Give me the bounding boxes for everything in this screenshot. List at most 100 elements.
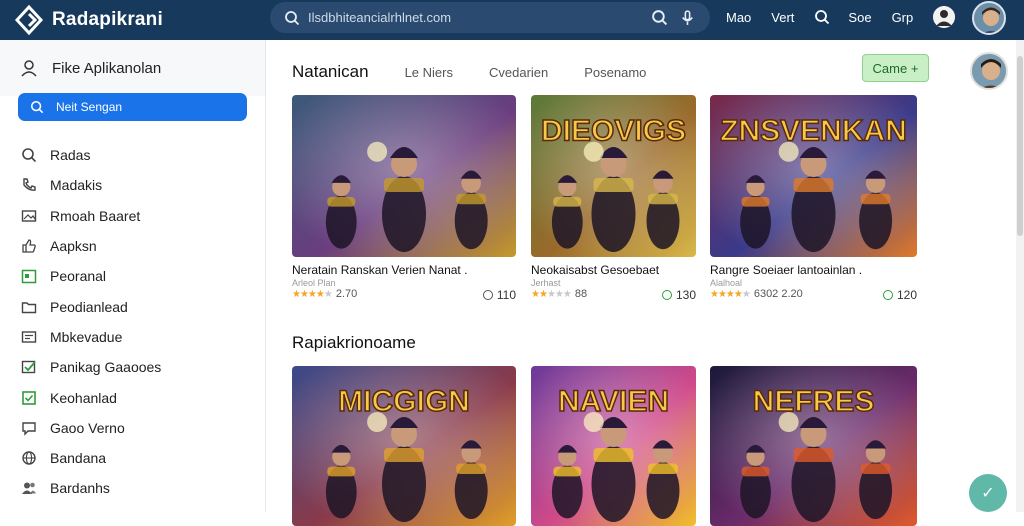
clock-icon <box>482 290 493 300</box>
clock-icon <box>882 290 893 300</box>
topnav-item-mao[interactable]: Mao <box>726 10 751 25</box>
game-developer: Jerhast <box>531 278 561 288</box>
sidebar-item-mbkevadue[interactable]: Mbkevadue <box>0 322 266 352</box>
sidebar-item-bardanhs[interactable]: Bardanhs <box>0 473 266 503</box>
svg-text:DIEOVIGS: DIEOVIGS <box>541 114 686 147</box>
sidebar-item-peodianlead[interactable]: Peodianlead <box>0 291 266 321</box>
search-submit-icon[interactable] <box>651 9 668 26</box>
search-icon[interactable] <box>814 9 830 25</box>
svg-text:NEFRES: NEFRES <box>753 385 875 418</box>
folder-icon <box>20 298 38 316</box>
profile-icon[interactable] <box>933 6 956 28</box>
svg-text:ZNSVENKAN: ZNSVENKAN <box>720 114 907 147</box>
download-count: 130 <box>661 288 696 302</box>
game-developer: Alalhoal <box>710 278 743 288</box>
sidebar-header: Fike Aplikanolan <box>0 40 265 96</box>
people-icon <box>20 479 38 497</box>
sidebar-list: Radas Madakis Rmoah Baaret Aapksn Peoran… <box>0 140 266 504</box>
topnav-item-vert[interactable]: Vert <box>771 10 794 25</box>
game-card[interactable]: MICGIGN <box>292 366 516 526</box>
sidebar-item-label: Gaoo Verno <box>50 419 125 436</box>
tab-posenamo[interactable]: Posenamo <box>584 65 646 80</box>
download-count-value: 130 <box>675 288 696 302</box>
game-card[interactable]: NAVIEN <box>531 366 696 526</box>
game-thumbnail[interactable]: NAVIEN <box>531 366 696 526</box>
search-input[interactable] <box>308 10 638 25</box>
game-thumbnail[interactable]: DIEOVIGS <box>531 95 696 257</box>
sidebar-item-gaoo-verno[interactable]: Gaoo Verno <box>0 413 266 443</box>
rating-stars: ★★★★★ <box>710 289 751 300</box>
sidebar-item-label: Madakis <box>50 177 103 194</box>
game-card[interactable]: DIEOVIGS Neokaisabst Gesoebaet Jerhast ★… <box>531 95 696 302</box>
sidebar-item-label: Mbkevadue <box>50 328 123 345</box>
topnav-item-grp[interactable]: Grp <box>892 10 914 25</box>
game-developer: Arleol Plan <box>292 278 336 288</box>
rating-stars: ★★★★★ <box>292 289 333 300</box>
app-logo[interactable]: Radapikrani <box>14 5 254 35</box>
topnav-item-soe[interactable]: Soe <box>848 10 871 25</box>
sidebar-item-rmoah-baaret[interactable]: Rmoah Baaret <box>0 201 266 231</box>
sidebar-search-label: Neit Sengan <box>56 100 123 114</box>
sidebar-item-madakis[interactable]: Madakis <box>0 170 266 200</box>
sidebar-search-button[interactable]: Neit Sengan <box>18 93 247 121</box>
sidebar-item-label: Keohanlad <box>50 389 117 406</box>
sidebar-item-label: Aapksn <box>50 238 97 255</box>
search-bar[interactable] <box>270 2 710 33</box>
download-count: 120 <box>882 288 917 302</box>
sidebar-item-panikag-gaaooes[interactable]: Panikag Gaaooes <box>0 352 266 382</box>
game-meta: ★★★★★ 2.70 110 <box>292 288 516 302</box>
microphone-icon[interactable] <box>679 9 696 26</box>
game-thumbnail[interactable]: NEFRES <box>710 366 917 526</box>
section-title: Rapiakrionoame <box>292 333 416 352</box>
globe-icon <box>20 449 38 467</box>
game-thumbnail[interactable]: MICGIGN <box>292 366 516 526</box>
top-nav: Mao Vert Soe Grp <box>726 0 969 34</box>
search-icon <box>20 146 38 164</box>
download-count-value: 120 <box>896 288 917 302</box>
profile-avatar[interactable] <box>970 52 1008 90</box>
tab-natanican[interactable]: Natanican <box>292 62 369 82</box>
game-thumbnail[interactable]: ZNSVENKAN <box>710 95 917 257</box>
sidebar-item-label: Bandana <box>50 450 107 467</box>
sidebar-item-radas[interactable]: Radas <box>0 140 266 170</box>
sidebar: Fike Aplikanolan Neit Sengan Radas Madak… <box>0 40 266 512</box>
svg-text:MICGIGN: MICGIGN <box>338 385 470 418</box>
scrollbar-thumb[interactable] <box>1017 56 1023 236</box>
tab-cvedarien[interactable]: Cvedarien <box>489 65 548 80</box>
game-card[interactable]: ZNSVENKAN Rangre Soeiaer lantoainlan . A… <box>710 95 917 302</box>
chat-icon <box>20 419 38 437</box>
game-thumbnail[interactable] <box>292 95 516 257</box>
sidebar-item-keohanlad[interactable]: Keohanlad <box>0 382 266 412</box>
game-meta: ★★★★★ 6302 2.20 120 <box>710 288 917 302</box>
sidebar-item-label: Bardanhs <box>50 480 110 497</box>
check-square-icon <box>20 358 38 376</box>
image-icon <box>20 207 38 225</box>
sidebar-item-peoranal[interactable]: Peoranal <box>0 261 266 291</box>
message-icon <box>20 328 38 346</box>
rating-value: 88 <box>574 288 588 300</box>
sidebar-item-aapksn[interactable]: Aapksn <box>0 231 266 261</box>
floating-action-button[interactable]: ✓ <box>969 474 1007 512</box>
tab-bar: Natanican Le Niers Cvedarien Posenamo <box>292 60 682 84</box>
game-card[interactable]: NEFRES <box>710 366 917 526</box>
download-count-value: 110 <box>496 288 516 302</box>
sidebar-item-label: Peoranal <box>50 268 107 285</box>
sidebar-title: Fike Aplikanolan <box>52 59 162 77</box>
add-game-button[interactable]: Came + <box>862 54 929 82</box>
download-count: 110 <box>482 288 516 302</box>
user-icon <box>21 60 37 77</box>
game-title: Rangre Soeiaer lantoainlan . <box>710 263 863 277</box>
calendar-icon <box>20 267 38 285</box>
game-card[interactable]: Neratain Ranskan Verien Nanat . Arleol P… <box>292 95 516 302</box>
user-avatar[interactable] <box>972 1 1006 35</box>
svg-text:NAVIEN: NAVIEN <box>558 385 669 418</box>
sidebar-item-bandana[interactable]: Bandana <box>0 443 266 473</box>
tab-le-niers[interactable]: Le Niers <box>405 65 453 80</box>
logo-icon <box>14 5 44 35</box>
sidebar-item-label: Peodianlead <box>50 298 128 315</box>
phone-icon <box>20 176 38 194</box>
sidebar-item-label: Panikag Gaaooes <box>50 359 162 376</box>
clock-icon <box>661 290 672 300</box>
checkbox-icon <box>20 389 38 407</box>
search-icon <box>30 100 44 114</box>
